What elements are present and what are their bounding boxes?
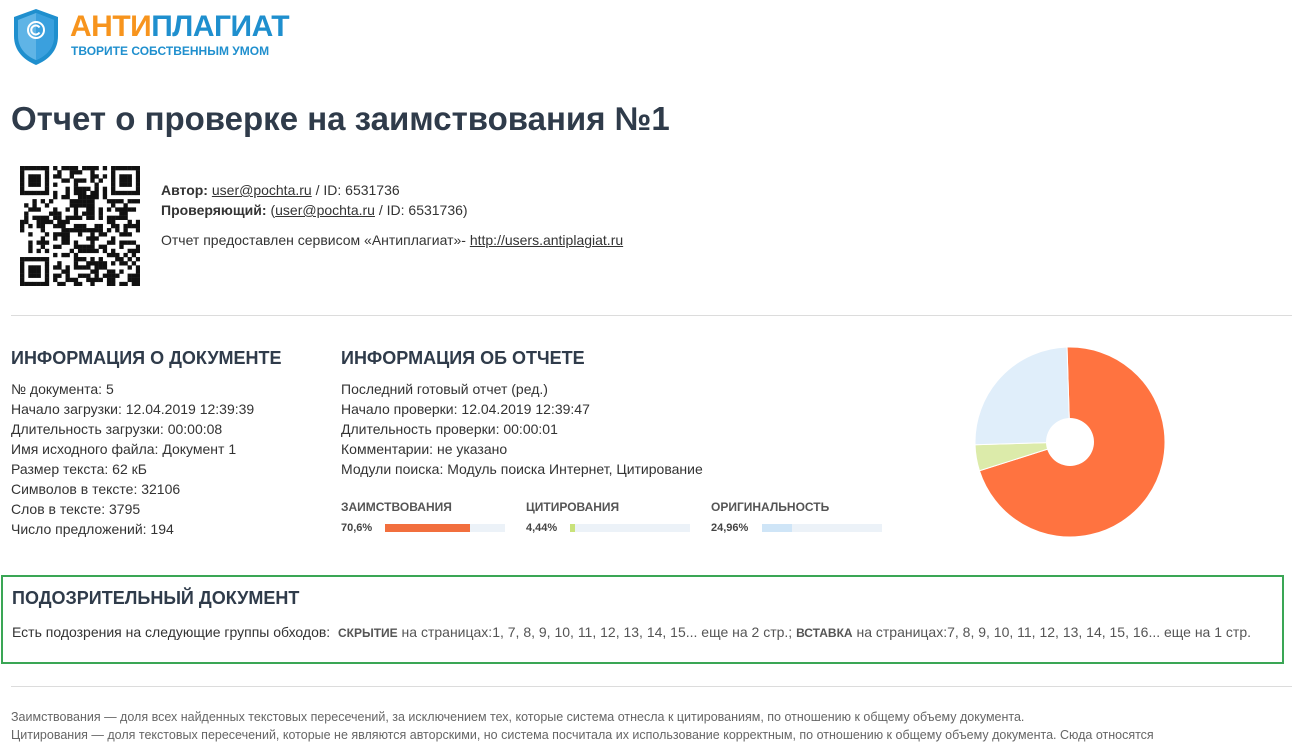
suspicious-tag-insertion: ВСТАВКА	[796, 626, 853, 640]
reviewer-open: (	[266, 202, 276, 218]
reviewer-email-link[interactable]: user@pochta.ru	[275, 202, 375, 218]
report-info-line: Модули поиска: Модуль поиска Интернет, Ц…	[341, 461, 703, 477]
metric-citations: ЦИТИРОВАНИЯ 4,44%	[526, 500, 696, 534]
doc-info-heading: ИНФОРМАЦИЯ О ДОКУМЕНТЕ	[11, 348, 282, 368]
divider	[11, 686, 1292, 687]
doc-info-line: Слов в тексте: 3795	[11, 501, 141, 517]
doc-info-line: Число предложений: 194	[11, 521, 174, 537]
metric-bar-fill	[385, 524, 470, 532]
doc-info-line: Начало загрузки: 12.04.2019 12:39:39	[11, 401, 255, 417]
pie-donut-hole	[1046, 418, 1094, 466]
metric-value: 24,96%	[711, 522, 749, 534]
metric-label: ОРИГИНАЛЬНОСТЬ	[711, 500, 830, 514]
doc-info-line: Символов в тексте: 32106	[11, 481, 181, 497]
report-info-line: Последний готовый отчет (ред.)	[341, 381, 548, 397]
suspicious-pages-insertion: на страницах:7, 8, 9, 10, 11, 12, 13, 14…	[852, 624, 1251, 640]
metric-bar-fill	[762, 524, 792, 532]
service-text: Отчет предоставлен сервисом «Антиплагиат…	[161, 232, 470, 248]
metric-borrowings: ЗАИМСТВОВАНИЯ 70,6%	[341, 500, 511, 534]
divider	[11, 315, 1292, 316]
service-link[interactable]: http://users.antiplagiat.ru	[470, 232, 623, 248]
metric-value: 4,44%	[526, 522, 558, 534]
doc-info-line: Имя исходного файла: Документ 1	[11, 441, 237, 457]
reviewer-label: Проверяющий:	[161, 202, 267, 218]
metric-originality: ОРИГИНАЛЬНОСТЬ 24,96%	[711, 500, 886, 534]
metric-bar-fill	[570, 524, 576, 532]
brand-name: АНТИПЛАГИАТ	[70, 10, 290, 44]
brand-tagline: ТВОРИТЕ СОБСТВЕННЫМ УМОМ	[71, 44, 270, 58]
author-line: Автор: user@pochta.ru / ID: 6531736	[161, 182, 400, 198]
metric-bar-track	[385, 524, 505, 532]
report-info-list: Последний готовый отчет (ред.) Начало пр…	[341, 379, 703, 479]
author-email-link[interactable]: user@pochta.ru	[212, 182, 312, 198]
report-info-heading: ИНФОРМАЦИЯ ОБ ОТЧЕТЕ	[341, 348, 585, 368]
suspicious-intro: Есть подозрения на следующие группы обхо…	[12, 624, 331, 640]
author-id: / ID: 6531736	[311, 182, 400, 198]
results-pie-chart	[974, 346, 1166, 538]
doc-info-list: № документа: 5 Начало загрузки: 12.04.20…	[11, 379, 254, 539]
page-title: Отчет о проверке на заимствования №1	[11, 100, 670, 137]
suspicious-document-box: ПОДОЗРИТЕЛЬНЫЙ ДОКУМЕНТ Есть подозрения …	[1, 575, 1284, 664]
doc-info-line: № документа: 5	[11, 381, 114, 397]
footer-note-citations: Цитирования — доля текстовых пересечений…	[11, 728, 1154, 742]
metric-bar-track	[762, 524, 882, 532]
report-info-line: Начало проверки: 12.04.2019 12:39:47	[341, 401, 590, 417]
suspicious-heading: ПОДОЗРИТЕЛЬНЫЙ ДОКУМЕНТ	[12, 588, 300, 608]
brand-name-part1: АНТИ	[70, 10, 152, 43]
report-info-line: Комментарии: не указано	[341, 441, 508, 457]
author-label: Автор:	[161, 182, 208, 198]
brand-name-part2: ПЛАГИАТ	[151, 10, 290, 43]
metric-label: ЗАИМСТВОВАНИЯ	[341, 500, 452, 514]
service-line: Отчет предоставлен сервисом «Антиплагиат…	[161, 232, 623, 248]
antiplagiat-logo-icon	[14, 9, 58, 65]
metric-bar-track	[570, 524, 690, 532]
reviewer-id: / ID: 6531736)	[374, 202, 468, 218]
qr-code-icon	[20, 166, 140, 286]
metric-label: ЦИТИРОВАНИЯ	[526, 500, 620, 514]
metric-value: 70,6%	[341, 522, 373, 534]
doc-info-line: Размер текста: 62 кБ	[11, 461, 147, 477]
reviewer-line: Проверяющий: (user@pochta.ru / ID: 65317…	[161, 202, 468, 218]
report-info-line: Длительность проверки: 00:00:01	[341, 421, 558, 437]
footer-note-borrowings: Заимствования — доля всех найденных текс…	[11, 710, 1025, 724]
suspicious-details: Есть подозрения на следующие группы обхо…	[12, 624, 1251, 640]
doc-info-line: Длительность загрузки: 00:00:08	[11, 421, 223, 437]
suspicious-pages-hiding: на страницах:1, 7, 8, 9, 10, 11, 12, 13,…	[397, 624, 793, 640]
suspicious-tag-hiding: СКРЫТИЕ	[337, 626, 398, 640]
